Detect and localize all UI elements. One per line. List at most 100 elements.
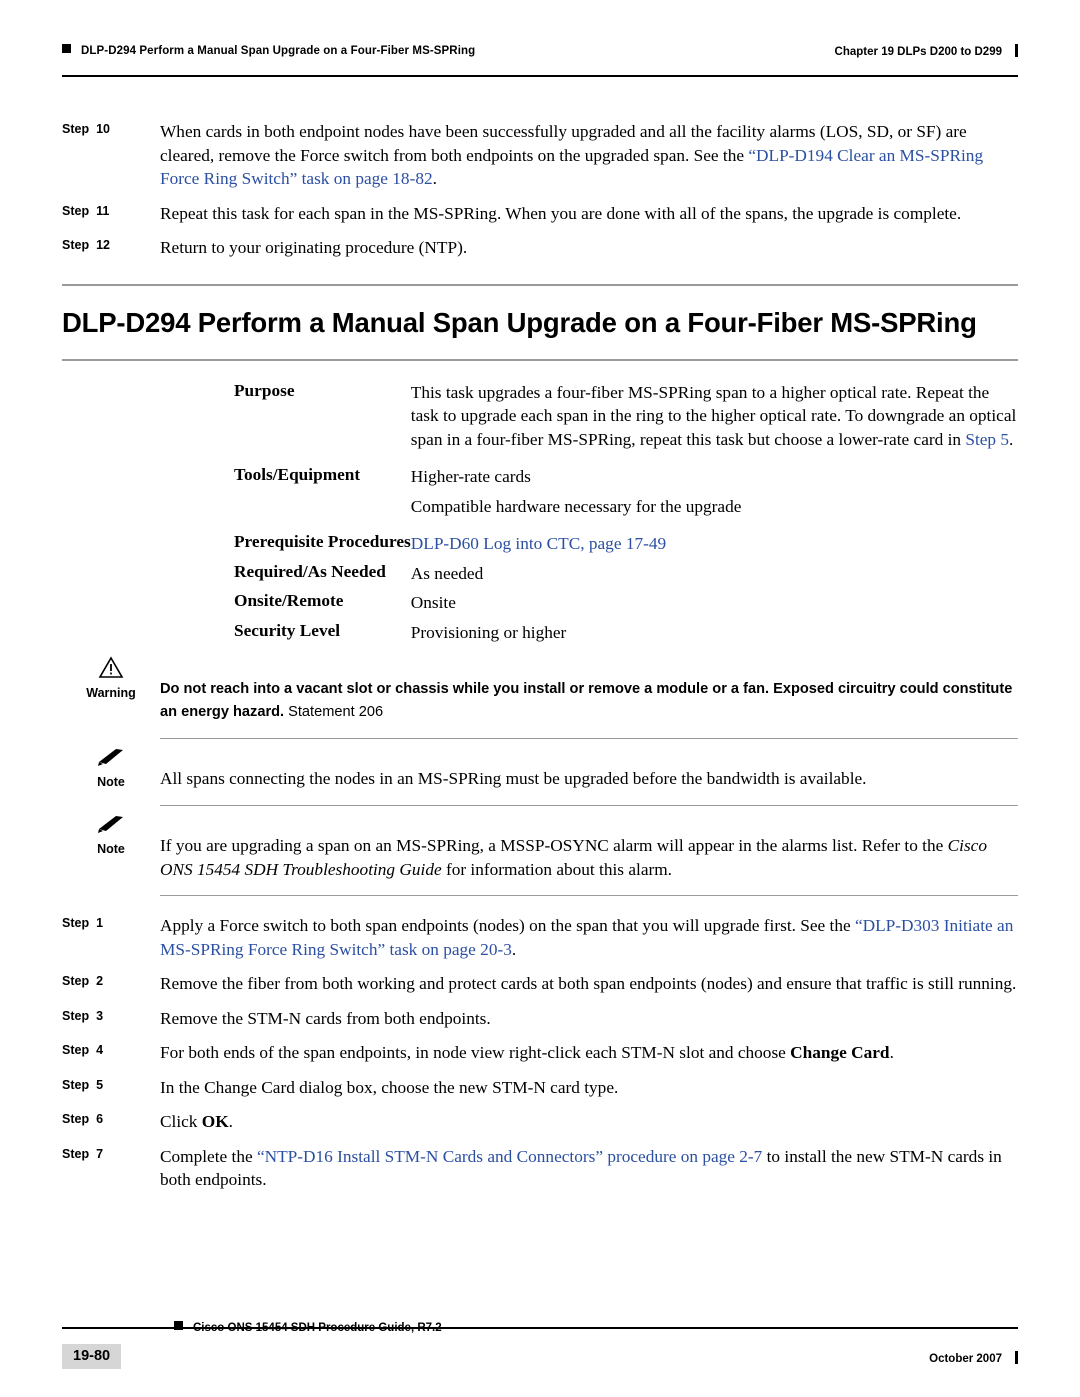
footer-date: October 2007 [929, 1353, 1002, 1365]
step-row: Step 12 Return to your originating proced… [62, 236, 1018, 260]
definition-key: Prerequisite Procedures [234, 532, 411, 551]
footer-bar-marker-icon [1015, 1351, 1018, 1364]
page-number: 19-80 [62, 1344, 122, 1369]
step-label: Step 11 [62, 202, 160, 218]
page-content: Step 10 When cards in both endpoint nodes… [62, 120, 1018, 1203]
step-word: Step [62, 1043, 90, 1057]
step-bold-term: Change Card [790, 1043, 890, 1062]
page-title: DLP-D294 Perform a Manual Span Upgrade o… [62, 306, 977, 338]
table-row: Security Level Provisioning or higher [62, 621, 1018, 651]
step-text: Complete the “NTP-D16 Install STM-N Card… [160, 1145, 1018, 1192]
section-divider-bottom [62, 358, 1018, 361]
step-label: Step 4 [62, 1041, 160, 1057]
warning-divider [160, 738, 1018, 739]
step-text-part: Return to your originating procedure (NT… [160, 238, 468, 257]
step-text: Remove the STM-N cards from both endpoin… [160, 1007, 1018, 1031]
step-text-part: Remove the fiber from both working and p… [160, 974, 1017, 993]
document-page: DLP-D294 Perform a Manual Span Upgrade o… [0, 0, 1080, 1397]
step-bold-term: OK [201, 1112, 229, 1131]
step-number: 1 [96, 916, 104, 930]
note-pencil-icon [62, 745, 160, 771]
step-word: Step [62, 1008, 90, 1023]
definition-key-spacer [62, 495, 411, 533]
step-number: 2 [96, 974, 104, 988]
footer-center-text: Cisco ONS 15454 SDH Procedure Guide, R7.… [193, 1322, 442, 1334]
step-word: Step [62, 916, 90, 930]
note-gutter: Note [62, 812, 160, 858]
task-summary-table: Purpose This task upgrades a four-fiber … [62, 381, 1018, 651]
definition-value: Onsite [410, 593, 456, 612]
step-text-tail: . [432, 169, 437, 188]
step-label: Step 10 [62, 120, 160, 136]
step-word: Step [62, 974, 90, 988]
step-text: Apply a Force switch to both span endpoi… [160, 914, 1018, 961]
step-number: 5 [96, 1077, 104, 1092]
warning-statement: Statement 206 [284, 704, 384, 720]
step-number: 7 [96, 1146, 104, 1161]
note-label: Note [97, 775, 125, 789]
definition-value-tail: . [1009, 429, 1014, 449]
footer-square-marker-icon [174, 1321, 183, 1330]
definition-value-text: This task upgrades a four-fiber MS-SPRin… [410, 382, 1017, 449]
step-number: 12 [96, 238, 110, 252]
definition-key: Required/As Needed [234, 561, 386, 581]
step-row: Step 4 For both ends of the span endpoint… [62, 1041, 1018, 1065]
definition-key: Tools/Equipment [234, 465, 361, 484]
note-text-tail: for information about this alarm. [441, 859, 673, 879]
step-number: 10 [96, 122, 110, 136]
definition-value: This task upgrades a four-fiber MS-SPRin… [411, 381, 1018, 466]
step-row: Step 5 In the Change Card dialog box, cho… [62, 1076, 1018, 1100]
cross-reference-link[interactable]: DLP-D60 Log into CTC, page 17-49 [411, 534, 666, 553]
definition-value: DLP-D60 Log into CTC, page 17-49 [411, 532, 1018, 562]
step-text-part: Repeat this task for each span in the MS… [160, 203, 962, 223]
step-text-part: Complete the [160, 1146, 257, 1166]
step-word: Step [62, 122, 90, 136]
cross-reference-link[interactable]: Step 5 [965, 430, 1009, 449]
step-number: 3 [96, 1008, 104, 1023]
definition-value: As needed [410, 563, 484, 583]
footer-right: October 2007 [929, 1351, 1018, 1365]
step-text-part: Click [160, 1112, 202, 1131]
step-text: When cards in both endpoint nodes have b… [160, 120, 1018, 191]
step-word: Step [62, 238, 90, 252]
step-text-part: For both ends of the span endpoints, in … [160, 1043, 791, 1062]
step-row: Step 1 Apply a Force switch to both span … [62, 914, 1018, 961]
step-text: Click OK. [160, 1110, 1018, 1134]
step-text-tail: . [228, 1112, 233, 1131]
table-row: Tools/Equipment Higher-rate cards [62, 465, 1018, 495]
definition-key: Security Level [234, 620, 341, 640]
header-right-text: Chapter 19 DLPs D200 to D299 [834, 46, 1002, 58]
table-row: Required/As Needed As needed [62, 562, 1018, 592]
note-gutter: Note [62, 745, 160, 791]
warning-label: Warning [86, 686, 136, 700]
step-row: Step 7 Complete the “NTP-D16 Install STM-… [62, 1145, 1018, 1192]
note-text: All spans connecting the nodes in an MS-… [160, 769, 867, 788]
warning-admonition: Warning Do not reach into a vacant slot … [62, 656, 1018, 724]
footer-center: Cisco ONS 15454 SDH Procedure Guide, R7.… [174, 1321, 442, 1334]
step-label: Step 2 [62, 972, 160, 988]
section-divider-top [62, 283, 1018, 286]
step-text: Repeat this task for each span in the MS… [160, 202, 1018, 226]
note-admonition-2: Note If you are upgrading a span on an M… [62, 812, 1018, 881]
cross-reference-link[interactable]: “NTP-D16 Install STM-N Cards and Connect… [257, 1147, 762, 1166]
step-text-tail: . [889, 1043, 894, 1062]
warning-text: Do not reach into a vacant slot or chass… [160, 656, 1018, 724]
warning-gutter: Warning [62, 656, 160, 702]
header-left: DLP-D294 Perform a Manual Span Upgrade o… [62, 44, 475, 57]
step-row: Step 2 Remove the fiber from both working… [62, 972, 1018, 996]
header-left-text: DLP-D294 Perform a Manual Span Upgrade o… [81, 45, 476, 57]
step-row: Step 10 When cards in both endpoint nodes… [62, 120, 1018, 191]
step-text: In the Change Card dialog box, choose th… [160, 1076, 1018, 1100]
header-divider [62, 75, 1018, 77]
step-label: Step 7 [62, 1145, 160, 1161]
definition-key: Onsite/Remote [234, 591, 344, 610]
step-number: 11 [96, 203, 110, 218]
step-label: Step 3 [62, 1007, 160, 1023]
step-row: Step 6 Click OK. [62, 1110, 1018, 1134]
warning-triangle-icon [62, 656, 160, 682]
step-text-part: Apply a Force switch to both span endpoi… [160, 916, 855, 935]
step-number: 4 [96, 1043, 104, 1057]
step-text-tail: . [511, 939, 517, 959]
table-row: Purpose This task upgrades a four-fiber … [62, 381, 1018, 466]
definition-value: Higher-rate cards [410, 467, 531, 486]
